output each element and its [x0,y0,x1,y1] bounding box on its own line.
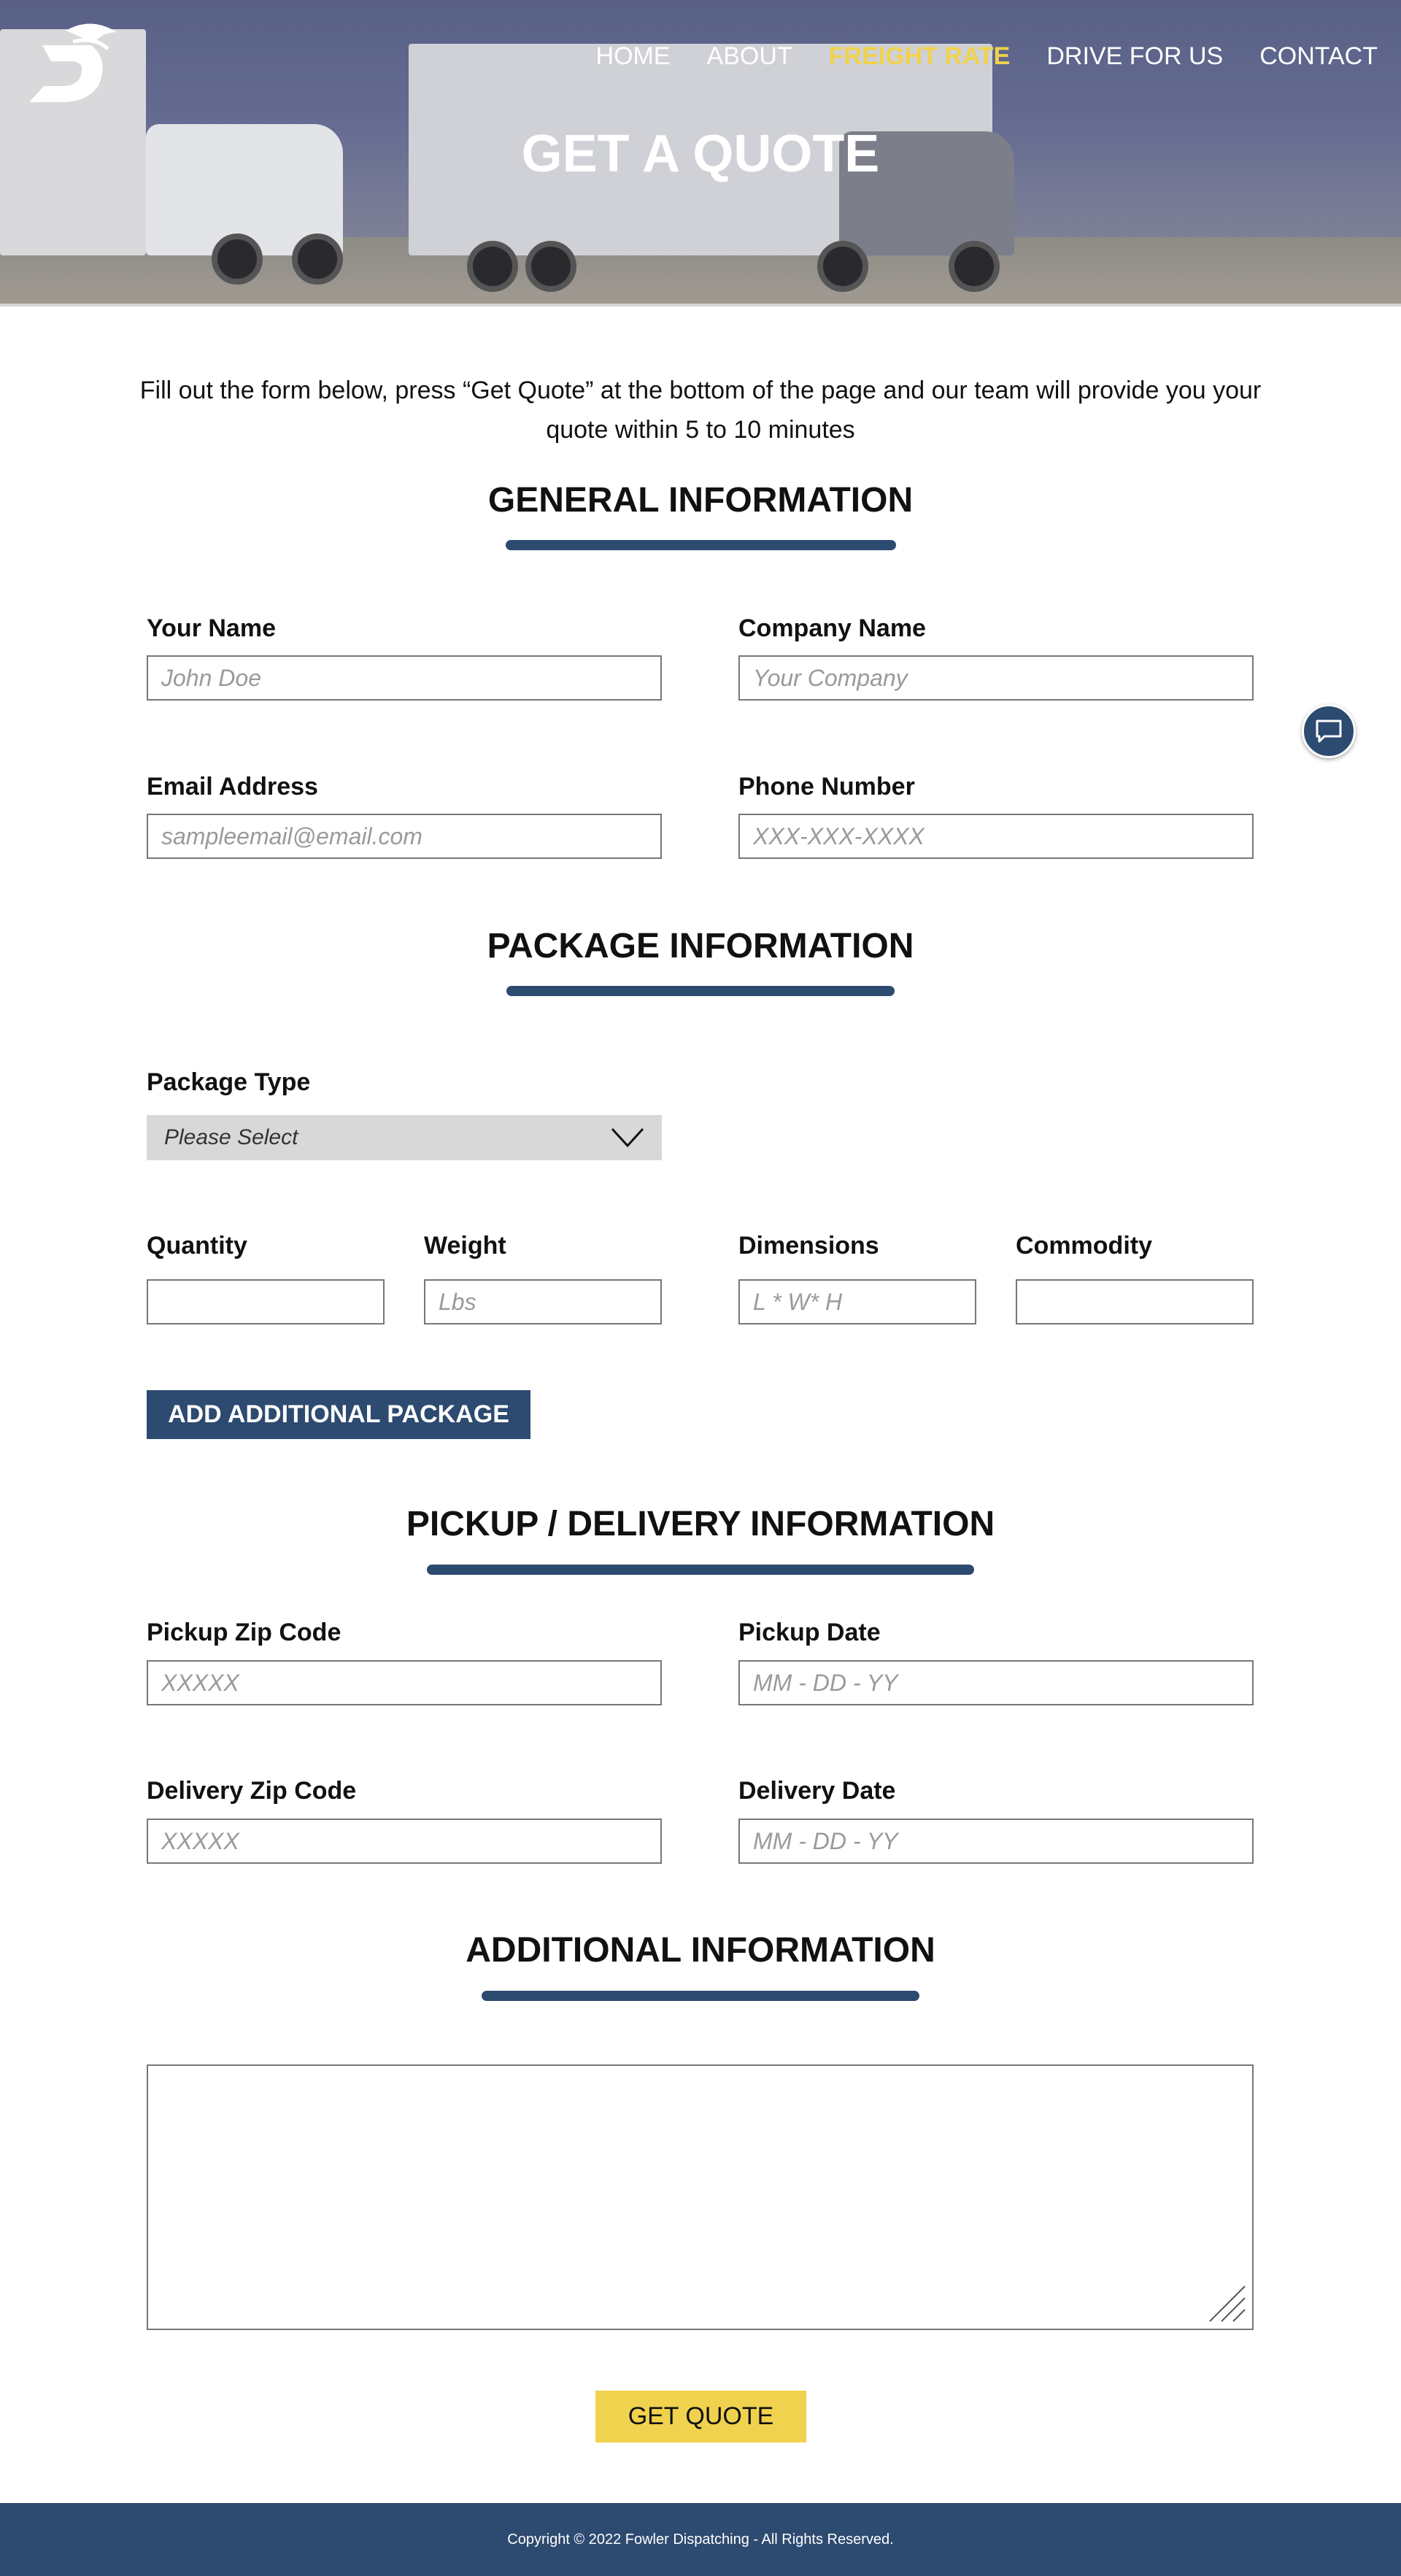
truck-wheel [525,241,576,292]
section-underline [427,1565,974,1575]
truck-wheel [817,241,868,292]
phone-label: Phone Number [738,773,915,801]
company-label: Company Name [738,614,926,642]
quantity-label: Quantity [147,1232,247,1260]
nav-about[interactable]: ABOUT [707,42,792,71]
name-input[interactable] [147,655,662,701]
resize-handle-icon[interactable] [1208,2285,1246,2323]
dimensions-label: Dimensions [738,1232,879,1260]
truck-wheel [949,241,1000,292]
commodity-label: Commodity [1016,1232,1152,1260]
hero-banner: HOME ABOUT FREIGHT RATE DRIVE FOR US CON… [0,0,1401,306]
delivery-date-label: Delivery Date [738,1777,896,1805]
email-label: Email Address [147,773,318,801]
section-title-pickup: PICKUP / DELIVERY INFORMATION [406,1505,995,1543]
section-title-package: PACKAGE INFORMATION [487,927,914,965]
nav-home[interactable]: HOME [596,42,671,71]
logo-icon[interactable] [22,16,124,107]
pickup-date-label: Pickup Date [738,1619,881,1646]
nav-freight-rate[interactable]: FREIGHT RATE [829,42,1011,71]
section-underline [482,1991,919,2001]
pickup-zip-label: Pickup Zip Code [147,1619,341,1646]
get-quote-button[interactable]: GET QUOTE [595,2391,806,2442]
delivery-date-input[interactable] [738,1819,1254,1864]
chat-icon [1316,720,1342,743]
chevron-down-icon [611,1127,644,1148]
company-input[interactable] [738,655,1254,701]
section-underline [506,986,895,996]
delivery-zip-input[interactable] [147,1819,662,1864]
weight-label: Weight [424,1232,506,1260]
additional-info-textarea[interactable] [147,2064,1254,2330]
intro-text: Fill out the form below, press “Get Quot… [139,377,1262,444]
section-title-general: GENERAL INFORMATION [487,481,914,520]
package-type-value: Please Select [164,1125,298,1149]
phone-input[interactable] [738,814,1254,859]
commodity-input[interactable] [1016,1279,1254,1324]
hero-divider [0,304,1401,306]
add-package-button[interactable]: ADD ADDITIONAL PACKAGE [147,1390,530,1439]
copyright-text: Copyright © 2022 Fowler Dispatching - Al… [507,2531,894,2548]
truck-wheel [467,241,518,292]
footer: Copyright © 2022 Fowler Dispatching - Al… [0,2503,1401,2576]
section-title-additional: ADDITIONAL INFORMATION [466,1931,935,1970]
nav-contact[interactable]: CONTACT [1259,42,1378,71]
nav-drive-for-us[interactable]: DRIVE FOR US [1046,42,1223,71]
delivery-zip-label: Delivery Zip Code [147,1777,357,1805]
name-label: Your Name [147,614,276,642]
section-underline [506,540,896,550]
main-nav: HOME ABOUT FREIGHT RATE DRIVE FOR US CON… [596,42,1378,71]
truck-wheel [212,234,263,285]
chat-button[interactable] [1302,704,1356,758]
dimensions-input[interactable] [738,1279,976,1324]
page-title: GET A QUOTE [521,125,880,183]
truck-wheel [292,234,343,285]
email-input[interactable] [147,814,662,859]
weight-input[interactable] [424,1279,662,1324]
pickup-date-input[interactable] [738,1660,1254,1705]
pickup-zip-input[interactable] [147,1660,662,1705]
quantity-input[interactable] [147,1279,385,1324]
package-type-select[interactable]: Please Select [147,1115,662,1160]
package-type-label: Package Type [147,1068,311,1096]
